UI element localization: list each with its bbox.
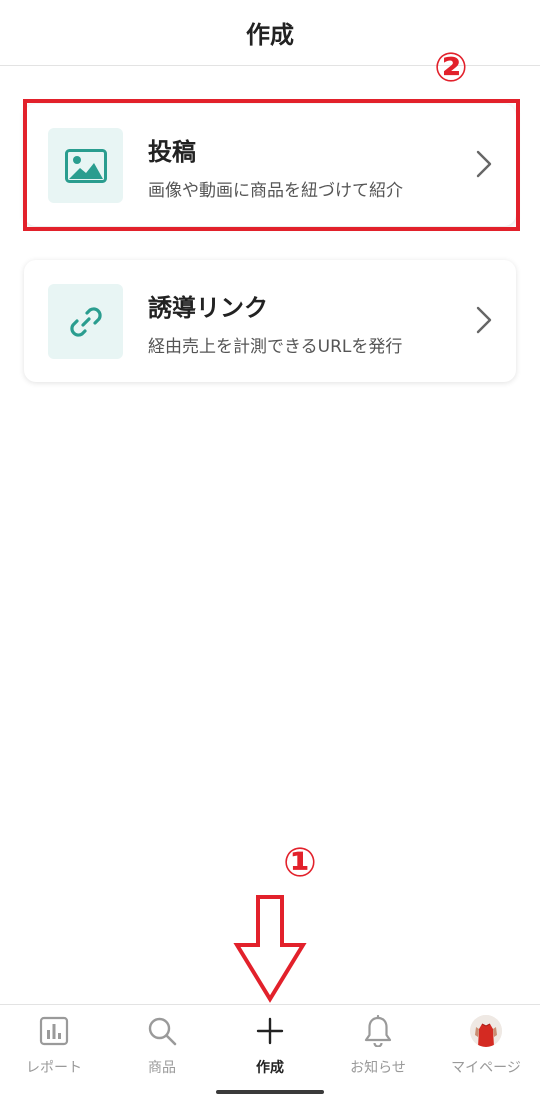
tab-notifications[interactable]: お知らせ	[324, 1005, 432, 1085]
create-link-card[interactable]: 誘導リンク 経由売上を計測できるURLを発行	[24, 260, 516, 382]
down-arrow-annotation	[233, 895, 307, 1003]
link-icon	[69, 306, 102, 337]
link-description: 経由売上を計測できるURLを発行	[148, 337, 403, 357]
image-icon	[64, 148, 107, 183]
avatar-image	[470, 1015, 502, 1047]
tab-mypage[interactable]: マイページ	[432, 1005, 540, 1085]
post-description: 画像や動画に商品を紐づけて紹介	[148, 181, 403, 201]
tab-label-mypage: マイページ	[451, 1060, 521, 1076]
avatar	[470, 1015, 502, 1047]
tab-label-create: 作成	[256, 1060, 284, 1076]
post-icon-box	[48, 128, 123, 203]
search-icon	[148, 1017, 177, 1046]
tab-label-products: 商品	[148, 1060, 176, 1076]
tab-report[interactable]: レポート	[0, 1005, 108, 1085]
chevron-right-icon	[476, 306, 492, 334]
chevron-right-icon	[476, 150, 492, 178]
tab-bar: レポート 商品 作成 お知らせ マイページ	[0, 1004, 540, 1104]
bell-icon	[364, 1015, 392, 1047]
step-2-marker: ②	[434, 45, 468, 91]
tab-create[interactable]: 作成	[216, 1005, 324, 1085]
create-post-card[interactable]: 投稿 画像や動画に商品を紐づけて紹介	[24, 104, 516, 226]
bar-chart-icon	[39, 1016, 69, 1046]
step-1-marker: ①	[283, 840, 317, 886]
link-title: 誘導リンク	[148, 294, 268, 322]
link-icon-box	[48, 284, 123, 359]
tab-label-report: レポート	[26, 1060, 82, 1076]
plus-icon	[256, 1017, 284, 1045]
tab-label-notifications: お知らせ	[350, 1060, 406, 1076]
page-title: 作成	[246, 21, 294, 49]
post-title: 投稿	[148, 138, 196, 166]
tab-products[interactable]: 商品	[108, 1005, 216, 1085]
home-indicator	[216, 1090, 324, 1094]
